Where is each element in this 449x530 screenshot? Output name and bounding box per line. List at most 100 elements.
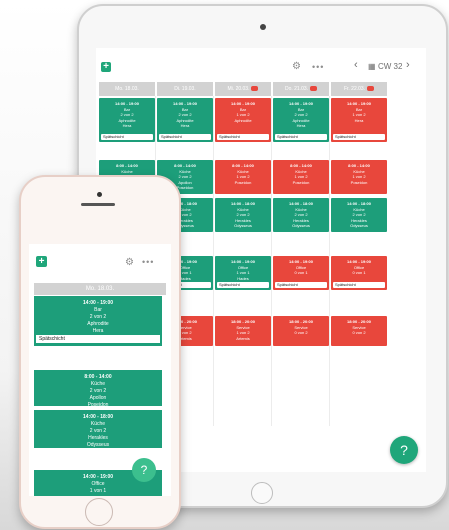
shift-person: Odysseus	[234, 223, 252, 228]
shift-card[interactable]: 14:00 - 19:00 Bar 2 von 2 Aphrodite Hera Spät…	[34, 296, 162, 346]
phone-home-button[interactable]	[85, 498, 113, 526]
shift-count: 0 von 1	[294, 270, 308, 275]
day-label: Fr. 22.03.	[343, 86, 366, 92]
alert-badge	[367, 86, 375, 92]
alert-badge	[310, 86, 318, 92]
shift-card[interactable]: 18:00 - 20:00 Service 0 von 2	[331, 316, 387, 346]
shift-note: Spätschicht	[333, 134, 385, 140]
shift-count: 2 von 2	[89, 388, 107, 394]
shift-person: Poseidon	[350, 179, 368, 185]
shift-person: Hera	[296, 123, 306, 128]
shift-count: 0 von 2	[294, 330, 308, 335]
shift-note: Spätschicht	[36, 335, 160, 343]
shift-card[interactable]: 14:00 - 19:00 Bar 1 von 2 Hera Spätschicht	[331, 98, 387, 142]
shift-place: Bar	[94, 307, 102, 313]
shift-note: Spätschicht	[217, 282, 269, 288]
day-label: Do. 21.03.	[284, 86, 309, 92]
phone-speaker	[81, 203, 115, 206]
shift-person: Hera	[354, 117, 364, 123]
day-header[interactable]: Di. 19.03.	[157, 82, 213, 96]
week-label[interactable]: CW 32	[378, 62, 402, 71]
shift-card[interactable]: 14:00 - 19:00 Office 0 von 1 Spätschicht	[331, 256, 387, 290]
shift-card[interactable]: 14:00 - 19:00Office1 von 1HadesSpätschic…	[215, 256, 271, 290]
day-header[interactable]: Fr. 22.03.	[331, 82, 387, 96]
shift-card[interactable]: 8:00 - 14:00 Küche 1 von 2 Poseidon	[215, 160, 271, 194]
shift-card[interactable]: 14:00 - 18:00Küche2 von 2HeraklesOdysseu…	[34, 410, 162, 448]
column-divider	[329, 96, 330, 426]
shift-person: Hera	[92, 328, 104, 334]
shift-person: Artemis	[236, 335, 250, 341]
shift-note: Spätschicht	[217, 134, 269, 140]
shift-person: Poseidon	[292, 179, 310, 185]
day-header[interactable]: Do. 21.03.	[273, 82, 329, 96]
shift-count: 2 von 2	[89, 314, 107, 320]
add-shift-button[interactable]: +	[36, 256, 47, 267]
shift-card[interactable]: 18:00 - 20:00 Service 0 von 2	[273, 316, 329, 346]
shift-time: 14:00 - 19:00	[82, 300, 114, 306]
shift-person: Herakles	[88, 435, 108, 441]
shift-card[interactable]: 14:00 - 18:00Küche2 von 2HeraklesOdysseu…	[273, 198, 329, 232]
shift-person: Poseidon	[234, 179, 252, 185]
add-shift-button[interactable]: +	[101, 62, 111, 72]
shift-place: Küche	[90, 381, 106, 387]
more-menu-button[interactable]: •••	[312, 62, 324, 72]
shift-person: Aphrodite	[234, 117, 252, 123]
shift-person: Hades	[237, 275, 249, 281]
shift-card[interactable]: 14:00 - 19:00 Bar 2 von 2 Aphrodite Hera Spät…	[99, 98, 155, 142]
day-header[interactable]: Mi. 20.03.	[215, 82, 271, 96]
next-week-button[interactable]: ›	[406, 59, 410, 71]
shift-card[interactable]: 8:00 - 14:00 Küche 1 von 2 Poseidon	[273, 160, 329, 194]
day-header: Mo. 18.03.	[34, 283, 166, 295]
shift-note: Spätschicht	[101, 134, 153, 140]
shift-card[interactable]: 14:00 - 19:00 Bar 2 von 2 Aphrodite Hera Spät…	[157, 98, 213, 142]
shift-card[interactable]: 14:00 - 19:00 Bar 2 von 2 Aphrodite Hera Spät…	[273, 98, 329, 142]
shift-card[interactable]: 18:00 - 20:00 Service 1 von 2 Artemis	[215, 316, 271, 346]
shift-card[interactable]: 14:00 - 18:00Küche2 von 2HeraklesOdysseu…	[331, 198, 387, 232]
shift-count: 0 von 1	[352, 270, 366, 275]
phone-camera	[97, 192, 102, 197]
tablet-camera	[260, 24, 266, 30]
shift-time: 14:00 - 18:00	[82, 414, 114, 420]
tablet-home-button[interactable]	[251, 482, 273, 504]
shift-person: Odysseus	[350, 223, 368, 228]
day-label: Di. 19.03.	[174, 86, 196, 92]
shift-place: Office	[91, 481, 105, 487]
shift-count: 0 von 2	[352, 330, 366, 335]
column-divider	[271, 96, 272, 426]
shift-note: Spätschicht	[159, 134, 211, 140]
more-menu-button[interactable]: •••	[142, 257, 154, 267]
shift-note: Spätschicht	[275, 282, 327, 288]
shift-card[interactable]: 14:00 - 19:00 Bar 1 von 2 Aphrodite Spätschi…	[215, 98, 271, 142]
shift-person: Apollon	[89, 395, 107, 401]
shift-person: Aphrodite	[87, 321, 109, 327]
shift-note: Spätschicht	[333, 282, 385, 288]
gear-icon[interactable]: ⚙	[125, 257, 134, 268]
phone-screen: + ⚙ ••• Mo. 18.03. 14:00 - 19:00 Bar 2 von…	[29, 244, 171, 496]
shift-person: Odysseus	[86, 442, 110, 448]
shift-card[interactable]: 8:00 - 14:00 Küche 1 von 2 Poseidon	[331, 160, 387, 194]
day-header[interactable]: Mo. 18.03.	[99, 82, 155, 96]
shift-person: Hera	[122, 123, 132, 128]
phone-device: + ⚙ ••• Mo. 18.03. 14:00 - 19:00 Bar 2 von…	[19, 175, 181, 529]
shift-note: Spätschicht	[275, 134, 327, 140]
shift-card[interactable]: 14:00 - 18:00Küche2 von 2HeraklesOdysseu…	[215, 198, 271, 232]
shift-person: Hera	[180, 123, 190, 128]
calendar-icon: ▦	[368, 62, 376, 71]
help-button[interactable]: ?	[132, 458, 156, 482]
shift-card[interactable]: 14:00 - 19:00 Office 0 von 1 Spätschicht	[273, 256, 329, 290]
day-label: Mi. 20.03.	[227, 86, 250, 92]
shift-place: Küche	[90, 421, 106, 427]
column-divider	[213, 96, 214, 426]
shift-card[interactable]: 8:00 - 14:00Küche2 von 2ApollonPoseidon	[34, 370, 162, 406]
prev-week-button[interactable]: ‹	[354, 59, 358, 71]
alert-badge	[251, 86, 259, 92]
shift-person: Odysseus	[292, 223, 310, 228]
gear-icon[interactable]: ⚙	[292, 61, 301, 72]
shift-person: Poseidon	[87, 402, 109, 406]
shift-count: 1 von 1	[89, 488, 107, 494]
tablet-toolbar: + ⚙ ••• ‹ ▦ CW 32 ›	[96, 48, 426, 76]
help-button[interactable]: ?	[390, 436, 418, 464]
shift-count: 2 von 2	[89, 428, 107, 434]
shift-time: 8:00 - 14:00	[84, 374, 112, 380]
day-label: Mo. 18.03.	[115, 86, 139, 92]
